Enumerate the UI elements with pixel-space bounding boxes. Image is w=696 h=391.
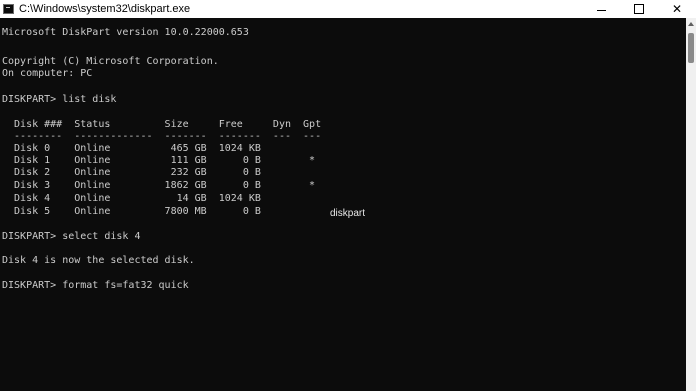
- console-line: On computer: PC: [2, 68, 93, 79]
- chevron-up-icon: [688, 22, 694, 26]
- minimize-icon: [596, 9, 606, 11]
- minimize-button[interactable]: [582, 0, 620, 18]
- close-icon: ✕: [671, 2, 683, 16]
- scroll-up-button[interactable]: [686, 20, 696, 28]
- table-header: Disk ### Status Size Free Dyn Gpt: [2, 119, 322, 130]
- table-separator: -------- ------------- ------- ------- -…: [2, 131, 322, 142]
- table-row: Disk 3 Online 1862 GB 0 B *: [2, 180, 316, 191]
- title-bar[interactable]: C:\Windows\system32\diskpart.exe ✕: [0, 0, 696, 18]
- console-output[interactable]: Microsoft DiskPart version 10.0.22000.65…: [0, 18, 686, 391]
- console-line: Disk 4 is now the selected disk.: [2, 255, 195, 266]
- maximize-icon: [634, 4, 644, 14]
- diskpart-caption: diskpart: [330, 208, 366, 219]
- maximize-button[interactable]: [620, 0, 658, 18]
- scroll-thumb[interactable]: [688, 33, 694, 63]
- close-button[interactable]: ✕: [658, 0, 696, 18]
- vertical-scrollbar[interactable]: [686, 18, 696, 391]
- console-icon: [3, 4, 14, 14]
- console-line: Microsoft DiskPart version 10.0.22000.65…: [2, 27, 249, 38]
- table-row: Disk 1 Online 111 GB 0 B *: [2, 155, 316, 166]
- command-prompt-line: DISKPART> format fs=fat32 quick: [2, 280, 189, 291]
- window-controls: ✕: [582, 0, 696, 18]
- table-row: Disk 0 Online 465 GB 1024 KB: [2, 143, 261, 154]
- table-row: Disk 2 Online 232 GB 0 B: [2, 167, 261, 178]
- table-row: Disk 5 Online 7800 MB 0 B: [2, 206, 261, 217]
- console-line: DISKPART> select disk 4: [2, 231, 141, 242]
- console-line: Copyright (C) Microsoft Corporation.: [2, 56, 219, 67]
- window-title: C:\Windows\system32\diskpart.exe: [19, 3, 191, 15]
- console-line: DISKPART> list disk: [2, 94, 117, 105]
- table-row: Disk 4 Online 14 GB 1024 KB: [2, 193, 261, 204]
